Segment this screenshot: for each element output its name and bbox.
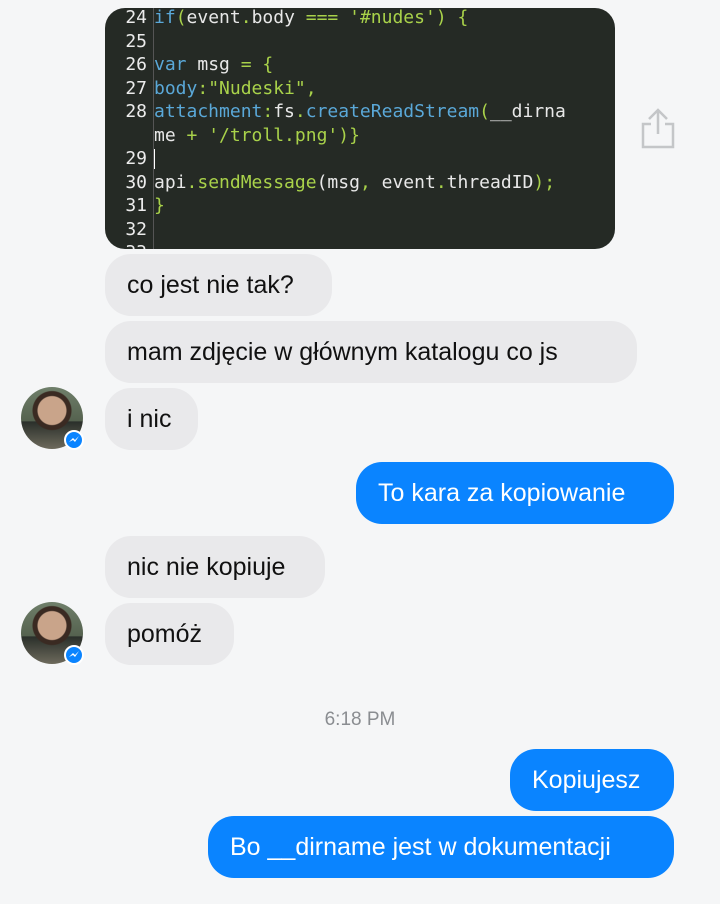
code-text (153, 29, 615, 53)
code-screenshot-attachment[interactable]: 24 if(event.body === '#nudes') { 25 26 v… (105, 8, 615, 249)
code-text: api.sendMessage(msg, event.threadID); (153, 170, 615, 194)
line-number: 32 (125, 218, 147, 240)
code-line: 33 (105, 241, 615, 249)
code-text (153, 147, 615, 171)
code-line: 31 } (105, 194, 615, 218)
share-button[interactable] (640, 106, 676, 150)
messenger-badge-icon (69, 651, 79, 657)
code-text: body:"Nudeski", (153, 76, 615, 100)
text-cursor (154, 149, 155, 169)
message-bubble-incoming[interactable]: pomóż (105, 603, 234, 665)
line-number: 26 (125, 54, 147, 75)
line-number: 28 (125, 101, 147, 122)
code-line: 29 (105, 147, 615, 171)
message-bubble-outgoing[interactable]: Bo __dirname jest w dokumentacji (208, 816, 674, 878)
message-bubble-incoming[interactable]: co jest nie tak? (105, 254, 332, 316)
code-line: 28 attachment:fs.createReadStream(__dirn… (105, 100, 615, 124)
message-bubble-incoming[interactable]: nic nie kopiuje (105, 536, 325, 598)
line-number: 25 (125, 30, 147, 52)
code-text: var msg = { (153, 53, 615, 77)
message-bubble-incoming[interactable]: i nic (105, 388, 198, 450)
code-editor-lines: 24 if(event.body === '#nudes') { 25 26 v… (105, 8, 615, 249)
code-line: 32 (105, 217, 615, 241)
timestamp: 6:18 PM (324, 709, 396, 730)
code-line: 25 (105, 29, 615, 53)
line-number (105, 124, 153, 148)
code-text (153, 217, 615, 241)
share-icon (641, 108, 675, 149)
code-line: 30 api.sendMessage(msg, event.threadID); (105, 170, 615, 194)
code-text: me + '/troll.png')} (153, 123, 615, 147)
code-line: 26 var msg = { (105, 53, 615, 77)
code-text: if(event.body === '#nudes') { (153, 8, 615, 30)
code-text: attachment:fs.createReadStream(__dirna (153, 100, 615, 124)
message-bubble-outgoing[interactable]: To kara za kopiowanie (356, 462, 674, 524)
messenger-badge-icon (69, 436, 79, 442)
messenger-badge (64, 645, 84, 665)
message-bubble-outgoing[interactable]: Kopiujesz (510, 749, 674, 811)
message-bubble-incoming[interactable]: mam zdjęcie w głównym katalogu co js (105, 321, 637, 383)
line-number: 33 (105, 241, 153, 249)
line-number: 30 (125, 171, 147, 193)
line-number: 24 (125, 8, 147, 28)
code-line: me + '/troll.png')} (105, 123, 615, 148)
code-text (153, 241, 615, 249)
code-text: } (153, 194, 615, 218)
line-number: 31 (125, 195, 147, 216)
line-number: 27 (125, 77, 147, 99)
messenger-badge (64, 430, 84, 450)
line-number: 29 (125, 148, 147, 169)
code-line: 27 body:"Nudeski", (105, 76, 615, 100)
code-line: 24 if(event.body === '#nudes') { (105, 8, 615, 30)
